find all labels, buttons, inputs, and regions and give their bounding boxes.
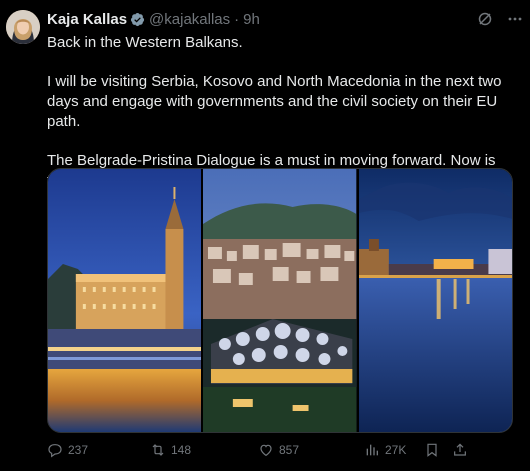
views-count: 27K <box>385 443 407 457</box>
more-options-icon[interactable] <box>507 11 523 27</box>
pristina-cityscape-photo[interactable] <box>203 169 357 432</box>
timestamp[interactable]: 9h <box>243 11 260 28</box>
bookmark-icon <box>427 443 437 457</box>
repost-icon <box>152 444 164 456</box>
views-chart-icon <box>366 444 378 456</box>
views-button[interactable]: 27K <box>364 440 406 460</box>
header-icons <box>477 11 523 27</box>
reply-count: 237 <box>68 443 89 457</box>
belgrade-night-photo[interactable] <box>48 169 202 432</box>
share-button[interactable] <box>452 440 468 460</box>
verified-badge-icon <box>130 12 145 27</box>
like-button[interactable]: 857 <box>258 440 299 460</box>
tweet-paragraph: Back in the Western Balkans. <box>47 34 243 51</box>
separator: · <box>234 10 240 28</box>
tweet-header: Kaja Kallas @kajakallas · 9h <box>47 10 522 28</box>
tweet[interactable]: Kaja Kallas @kajakallas · 9h Back in the… <box>0 0 530 471</box>
heart-icon <box>260 444 272 457</box>
tweet-paragraph: I will be visiting Serbia, Kosovo and No… <box>47 73 502 130</box>
skopje-river-photo[interactable] <box>358 169 512 432</box>
repost-count: 148 <box>171 443 192 457</box>
bookmark-button[interactable] <box>424 440 440 460</box>
like-count: 857 <box>279 443 300 457</box>
grok-icon[interactable] <box>477 11 493 27</box>
reply-button[interactable]: 237 <box>47 440 88 460</box>
media-gallery[interactable] <box>47 168 513 433</box>
author-handle[interactable]: @kajakallas <box>149 11 230 28</box>
author-name[interactable]: Kaja Kallas <box>47 11 127 28</box>
tweet-content: Kaja Kallas @kajakallas · 9h Back in the… <box>47 10 522 433</box>
action-bar: 237 148 857 27K <box>0 440 466 462</box>
repost-button[interactable]: 148 <box>150 440 191 460</box>
reply-icon <box>48 444 62 458</box>
avatar[interactable] <box>6 10 40 44</box>
share-icon <box>454 443 466 456</box>
